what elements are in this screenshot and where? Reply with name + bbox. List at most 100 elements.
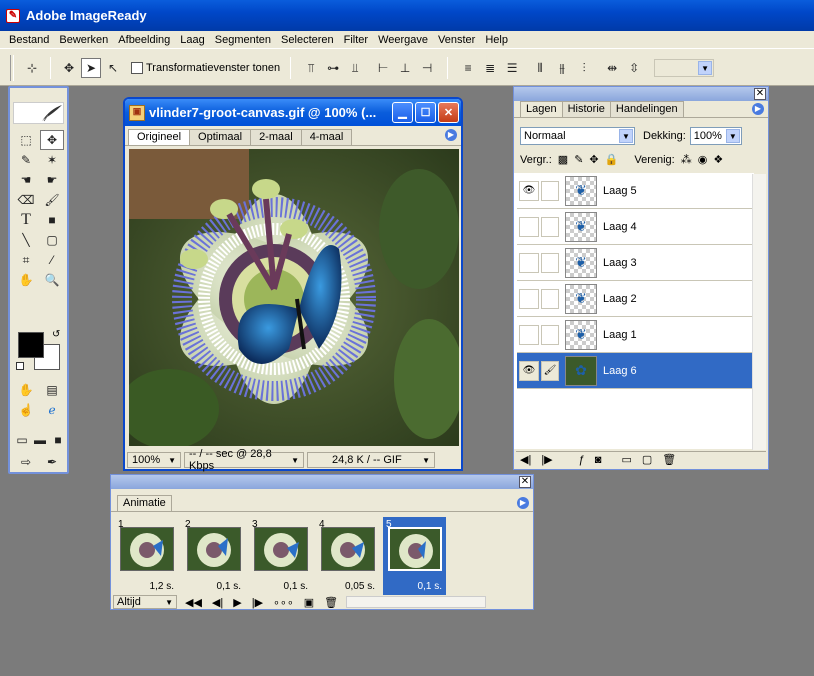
tab-origineel[interactable]: Origineel: [128, 129, 191, 145]
distribute-left-icon[interactable]: ⫴: [530, 58, 550, 78]
next-frame-icon[interactable]: |▶: [541, 453, 552, 466]
layer-row[interactable]: ❦ Laag 3: [517, 245, 753, 281]
tab-2-maal[interactable]: 2-maal: [250, 129, 302, 145]
unify-visibility-icon[interactable]: ◉: [698, 153, 708, 166]
visibility-toggle[interactable]: [519, 252, 539, 273]
screen-mode-full-menu-icon[interactable]: ▬: [32, 430, 48, 450]
menu-bewerken[interactable]: Bewerken: [54, 34, 113, 46]
opacity-select[interactable]: 100% ▼: [689, 127, 742, 145]
menu-laag[interactable]: Laag: [175, 34, 209, 46]
eye-icon[interactable]: 👁: [519, 180, 539, 201]
layer-style-icon[interactable]: ƒ: [579, 454, 585, 466]
eyedropper-icon[interactable]: ⁄: [40, 250, 64, 270]
options-grip[interactable]: [10, 55, 14, 81]
tab-handelingen[interactable]: Handelingen: [609, 101, 684, 117]
maximize-button[interactable]: ☐: [415, 102, 436, 123]
match-height-icon[interactable]: ⇳: [624, 58, 644, 78]
lock-transparency-icon[interactable]: ▩: [558, 153, 568, 166]
align-vcenter-icon[interactable]: ⊶: [323, 58, 343, 78]
menu-bestand[interactable]: Bestand: [4, 34, 54, 46]
visibility-toggle[interactable]: [519, 288, 539, 309]
animation-frame[interactable]: 3 0,1 s.: [249, 517, 312, 595]
unify-position-icon[interactable]: ⁂: [681, 153, 692, 166]
move-tool-icon[interactable]: ✥: [40, 130, 64, 150]
frames-scrollbar[interactable]: [346, 596, 487, 608]
tab-historie[interactable]: Historie: [561, 101, 611, 117]
edit-in-icon[interactable]: ✒: [40, 452, 64, 472]
menu-help[interactable]: Help: [480, 34, 513, 46]
crop-tool-icon[interactable]: ⌗: [14, 250, 38, 270]
select-arrow-icon[interactable]: ➤: [81, 58, 101, 78]
next-frame-icon[interactable]: |▶: [252, 596, 263, 609]
lock-all-icon[interactable]: 🔒: [605, 153, 619, 166]
distribute-bottom-icon[interactable]: ☰: [502, 58, 522, 78]
layer-row[interactable]: ❦ Laag 4: [517, 209, 753, 245]
tween-icon[interactable]: ∘∘∘: [273, 596, 294, 609]
tab-lagen[interactable]: Lagen: [520, 101, 563, 117]
foreground-color-top[interactable]: [18, 332, 44, 358]
layer-mask-icon[interactable]: ◙: [595, 454, 602, 466]
move-tool-icon[interactable]: ✥: [59, 58, 79, 78]
link-slot[interactable]: [541, 180, 559, 201]
menu-afbeelding[interactable]: Afbeelding: [113, 34, 175, 46]
slice-select-icon[interactable]: ☛: [40, 170, 64, 190]
menu-filter[interactable]: Filter: [339, 34, 373, 46]
frame-delay[interactable]: 0,1 s.: [418, 581, 442, 592]
download-speed-select[interactable]: -- / -- sec @ 28,8 Kbps ▼: [184, 448, 304, 472]
marquee-tool-icon[interactable]: ⬚: [14, 130, 38, 150]
link-slot[interactable]: [541, 216, 559, 237]
animation-frame[interactable]: 1 1,2 s.: [115, 517, 178, 595]
menu-venster[interactable]: Venster: [433, 34, 480, 46]
magic-wand-icon[interactable]: ✶: [40, 150, 64, 170]
match-width-icon[interactable]: ⇹: [602, 58, 622, 78]
visibility-toggle[interactable]: [519, 324, 539, 345]
tab-menu-icon[interactable]: ▶: [445, 129, 457, 141]
line-tool-icon[interactable]: ╲: [14, 230, 38, 250]
preview-browser-icon[interactable]: ℯ: [40, 400, 64, 420]
lasso-tool-icon[interactable]: ✎: [14, 150, 38, 170]
animation-panel-titlebar[interactable]: ✕: [111, 475, 533, 489]
new-set-icon[interactable]: ▭: [621, 453, 631, 466]
duplicate-frame-icon[interactable]: ▣: [304, 596, 314, 609]
loop-select[interactable]: Altijd ▼: [113, 595, 177, 609]
rectangle-tool-icon[interactable]: ■: [40, 210, 64, 230]
minimize-button[interactable]: ▁: [392, 102, 413, 123]
distribute-hcenter-icon[interactable]: ⫵: [552, 58, 572, 78]
frame-delay[interactable]: 0,05 s.: [345, 581, 375, 592]
close-icon[interactable]: ✕: [519, 476, 531, 488]
menu-weergave[interactable]: Weergave: [373, 34, 433, 46]
canvas[interactable]: [119, 149, 464, 449]
brush-tool-icon[interactable]: 🖌: [40, 190, 64, 210]
panel-menu-icon[interactable]: ▶: [752, 103, 764, 115]
frame-delay[interactable]: 1,2 s.: [150, 581, 174, 592]
animation-frame[interactable]: 4 0,05 s.: [316, 517, 379, 595]
screen-mode-full-icon[interactable]: ■: [50, 430, 66, 450]
close-button[interactable]: ✕: [438, 102, 459, 123]
eraser-tool-icon[interactable]: ⌫: [14, 190, 38, 210]
link-slot[interactable]: [541, 252, 559, 273]
transform-checkbox[interactable]: [131, 62, 143, 74]
trash-icon[interactable]: 🗑: [324, 596, 338, 609]
menu-segmenten[interactable]: Segmenten: [210, 34, 276, 46]
file-size-select[interactable]: 24,8 K / -- GIF ▼: [307, 452, 435, 468]
visibility-toggle[interactable]: [519, 216, 539, 237]
trash-icon[interactable]: 🗑: [662, 453, 676, 466]
slice-tool-icon[interactable]: ☚: [14, 170, 38, 190]
lock-paint-icon[interactable]: ✎: [574, 153, 583, 166]
toggle-slices-icon[interactable]: ▤: [40, 380, 64, 400]
type-tool-icon[interactable]: T: [14, 210, 38, 230]
rounded-rect-icon[interactable]: ▢: [40, 230, 64, 250]
frame-delay[interactable]: 0,1 s.: [284, 581, 308, 592]
align-right-icon[interactable]: ⊣: [417, 58, 437, 78]
options-dropdown[interactable]: ▼: [654, 59, 715, 77]
frame-delay[interactable]: 0,1 s.: [217, 581, 241, 592]
panel-menu-icon[interactable]: ▶: [517, 497, 529, 509]
link-slot[interactable]: [541, 288, 559, 309]
eye-icon[interactable]: 👁: [519, 360, 539, 381]
document-titlebar[interactable]: ▣ vlinder7-groot-canvas.gif @ 100% (... …: [125, 99, 461, 126]
animation-frame[interactable]: 2 0,1 s.: [182, 517, 245, 595]
distribute-vcenter-icon[interactable]: ≣: [480, 58, 500, 78]
layers-scrollbar[interactable]: [752, 174, 766, 450]
layer-row-selected[interactable]: 👁 🖌 ✿ Laag 6: [517, 353, 753, 389]
zoom-tool-icon[interactable]: 🔍: [40, 270, 64, 290]
